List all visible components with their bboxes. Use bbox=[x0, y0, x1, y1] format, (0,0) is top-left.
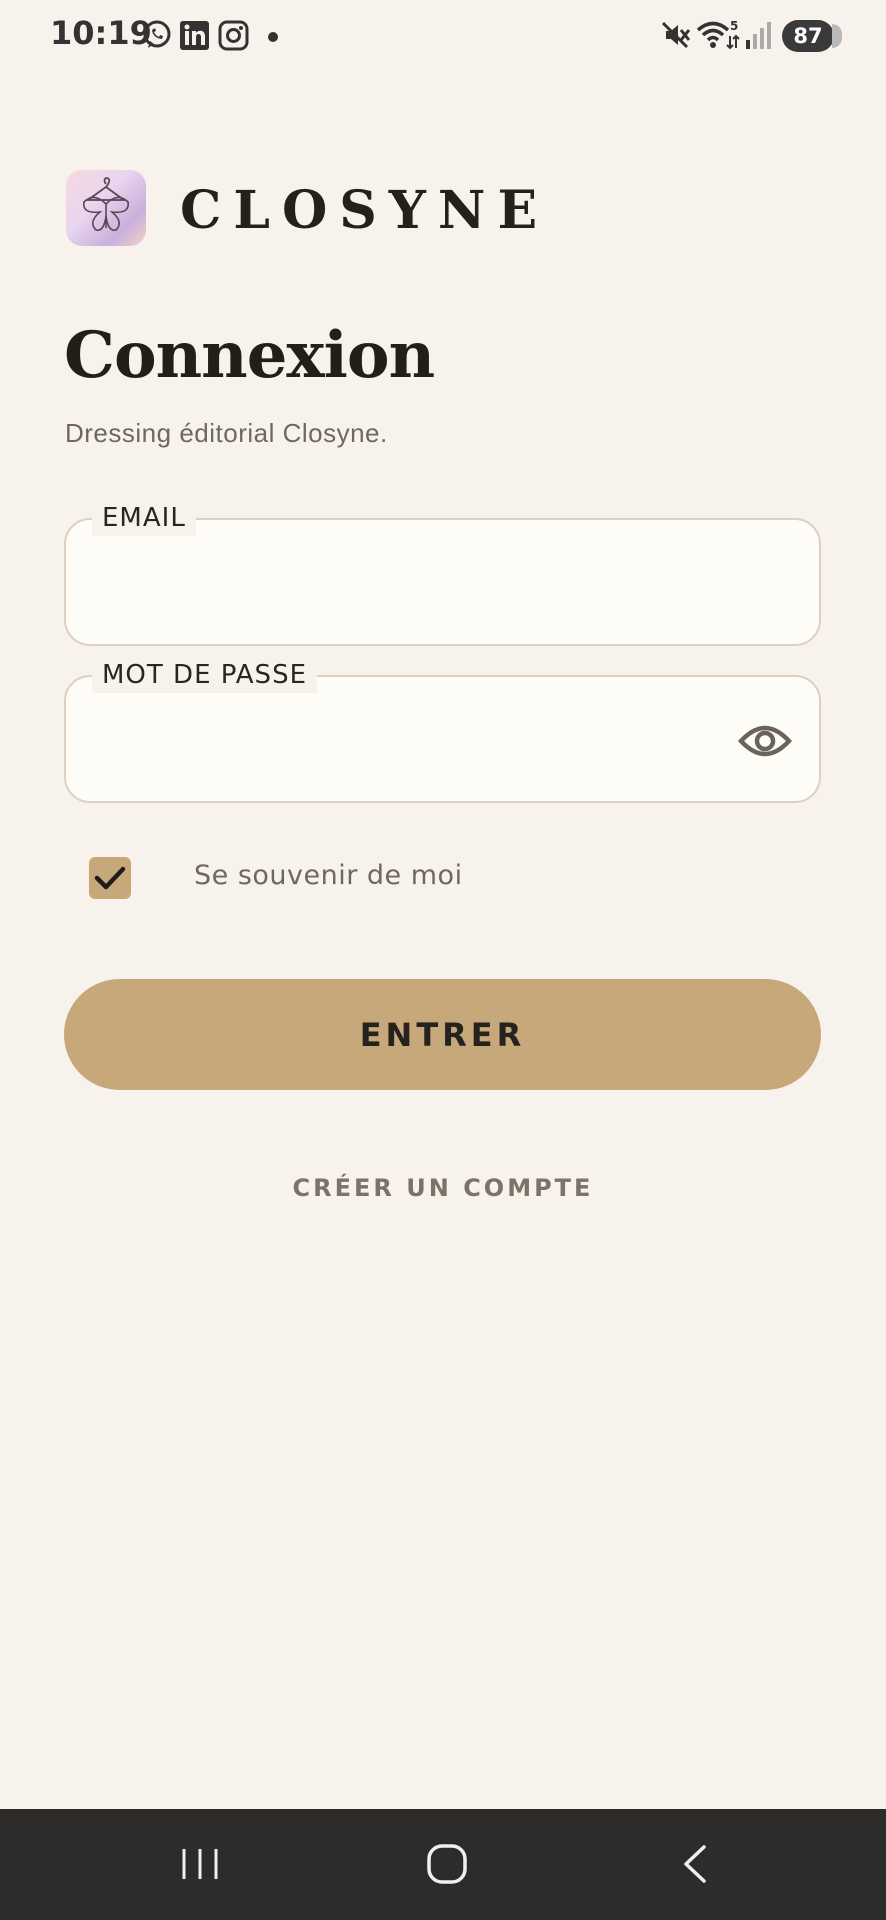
butterfly-hanger-logo-icon bbox=[83, 177, 129, 232]
checkmark-icon bbox=[94, 866, 126, 890]
battery-icon: 87 bbox=[782, 20, 842, 52]
page-subtitle: Dressing éditorial Closyne. bbox=[65, 418, 388, 448]
email-field[interactable]: EMAIL bbox=[64, 500, 821, 646]
password-input[interactable] bbox=[102, 705, 742, 773]
wifi-icon: 5 bbox=[696, 19, 740, 50]
eye-icon[interactable] bbox=[737, 719, 793, 763]
password-field[interactable]: MOT DE PASSE bbox=[64, 657, 821, 803]
email-input[interactable] bbox=[102, 548, 742, 616]
status-time: 10:19 bbox=[50, 14, 152, 52]
status-bar: 10:19 5 87 bbox=[0, 0, 886, 72]
notification-dot bbox=[268, 32, 278, 42]
svg-text:5: 5 bbox=[730, 19, 738, 33]
page-title: Connexion bbox=[64, 318, 435, 393]
brand-logo bbox=[66, 170, 146, 246]
remember-checkbox[interactable] bbox=[89, 857, 131, 899]
back-icon[interactable] bbox=[666, 1839, 726, 1889]
home-icon[interactable] bbox=[417, 1839, 477, 1889]
instagram-icon bbox=[218, 20, 249, 51]
remember-label[interactable]: Se souvenir de moi bbox=[194, 860, 463, 891]
whatsapp-icon bbox=[143, 20, 171, 48]
password-label: MOT DE PASSE bbox=[92, 657, 317, 693]
signal-icon bbox=[746, 22, 771, 49]
recent-apps-icon[interactable] bbox=[170, 1839, 230, 1889]
linkedin-icon bbox=[180, 21, 209, 50]
submit-button[interactable]: ENTRER bbox=[64, 979, 821, 1090]
brand-name: CLOSYNE bbox=[180, 180, 550, 241]
create-account-link[interactable]: CRÉER UN COMPTE bbox=[0, 1174, 886, 1202]
email-label: EMAIL bbox=[92, 500, 196, 536]
navigation-bar bbox=[0, 1809, 886, 1920]
mute-icon bbox=[661, 21, 691, 49]
